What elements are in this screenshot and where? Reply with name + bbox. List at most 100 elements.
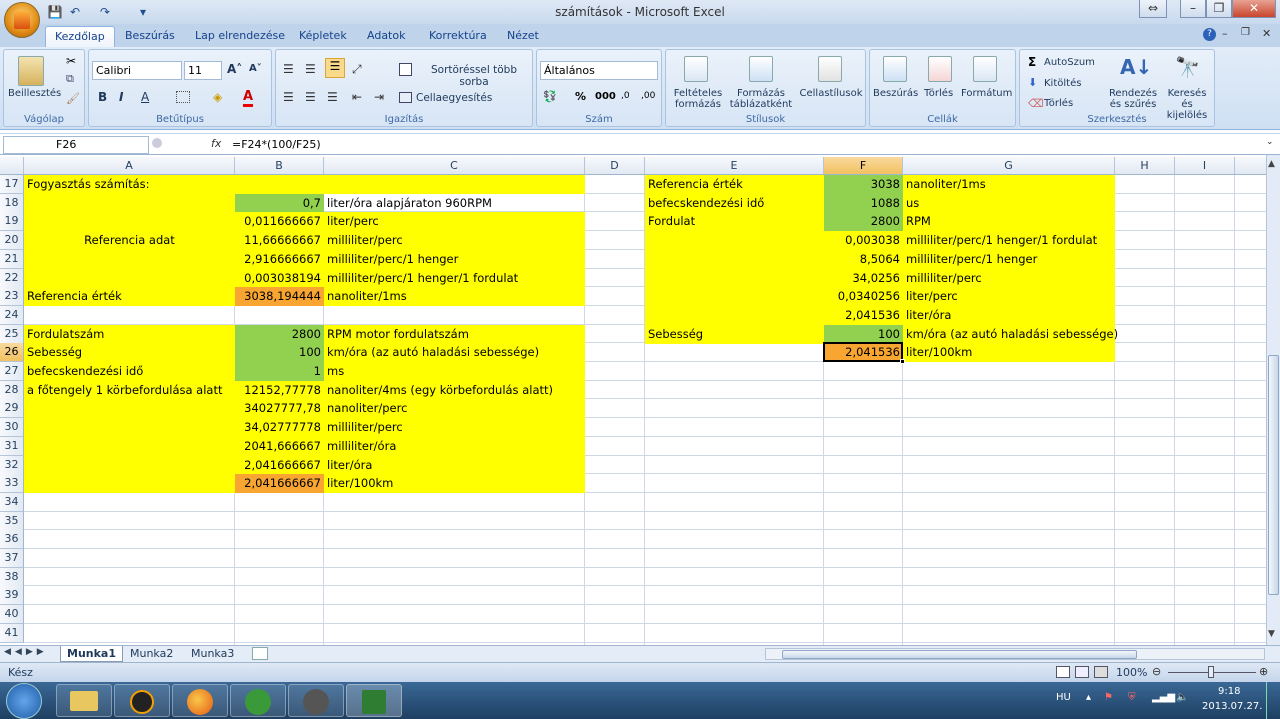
cell-a17[interactable]: Fogyasztás számítás: — [24, 175, 153, 194]
tray-volume-icon[interactable]: 🔈 — [1176, 692, 1188, 703]
copy-icon[interactable]: ⧉ — [66, 72, 74, 86]
expand-formula-icon[interactable]: ⌄ — [1266, 137, 1274, 147]
row-header-39[interactable]: 39 — [0, 586, 24, 606]
start-button[interactable] — [6, 683, 42, 719]
show-desktop-button[interactable] — [1266, 682, 1280, 719]
cell-c27[interactable]: ms — [324, 362, 347, 381]
cell-g18[interactable]: us — [903, 194, 922, 213]
cell-b33[interactable]: 2,041666667 — [235, 474, 324, 493]
excel-task-icon[interactable] — [346, 684, 402, 717]
help-icon[interactable]: ? — [1203, 28, 1216, 41]
cell-c26[interactable]: km/óra (az autó haladási sebessége) — [324, 343, 542, 362]
cell-b25[interactable]: 2800 — [235, 325, 324, 344]
increase-indent-icon[interactable]: ⇥ — [374, 90, 384, 104]
cell-g23[interactable]: liter/perc — [903, 287, 961, 306]
tab-formulas[interactable]: Képletek — [290, 26, 356, 47]
font-color-icon[interactable]: A — [243, 89, 254, 107]
spreadsheet-grid[interactable]: A B C D E F G H I 17 Fogyasztás számítás: Referenci… — [0, 157, 1266, 645]
italic-icon[interactable]: I — [119, 90, 123, 104]
cell-f20[interactable]: 0,003038 — [824, 231, 903, 250]
office-button[interactable] — [4, 2, 40, 38]
row-header-17[interactable]: 17 — [0, 175, 24, 194]
cell-b30[interactable]: 34,02777778 — [235, 418, 324, 437]
row-header-33[interactable]: 33 — [0, 474, 24, 494]
wb-close-icon[interactable]: ✕ — [1262, 27, 1271, 40]
cell-c22[interactable]: milliliter/perc/1 henger/1 fordulat — [324, 269, 521, 288]
column-header-f[interactable]: F — [824, 157, 903, 175]
row-header-29[interactable]: 29 — [0, 399, 24, 419]
zoom-slider-thumb[interactable] — [1208, 666, 1214, 678]
number-format-select[interactable]: Általános — [540, 61, 658, 80]
cell-a20[interactable]: Referencia adat — [24, 231, 235, 250]
row-header-26[interactable]: 26 — [0, 343, 24, 363]
row-header-37[interactable]: 37 — [0, 549, 24, 568]
cell-b18[interactable]: 0,7 — [235, 194, 324, 213]
shrink-font-icon[interactable]: A˅ — [249, 63, 262, 74]
scroll-down-icon[interactable]: ▼ — [1268, 629, 1275, 639]
column-header-i[interactable]: I — [1175, 157, 1235, 175]
align-left-icon[interactable]: ☰ — [283, 90, 294, 104]
row-header-18[interactable]: 18 — [0, 193, 24, 213]
firefox-task-icon[interactable] — [172, 684, 228, 717]
insert-sheet-icon[interactable] — [252, 647, 268, 660]
decrease-decimal-icon[interactable]: ,00 — [641, 91, 655, 101]
delete-cells-icon[interactable] — [928, 56, 952, 82]
utorrent-task-icon[interactable] — [230, 684, 286, 717]
font-size-select[interactable]: 11 — [184, 61, 222, 80]
cell-g22[interactable]: milliliter/perc — [903, 269, 985, 288]
comma-style-icon[interactable]: 000 — [595, 91, 616, 102]
format-as-table-button[interactable]: Formázás táblázatként — [728, 88, 794, 110]
clock-date[interactable]: 2013.07.27. — [1202, 701, 1262, 712]
insert-cells-icon[interactable] — [883, 56, 907, 82]
horizontal-scrollbar[interactable] — [765, 648, 1265, 660]
cell-g19[interactable]: RPM — [903, 212, 934, 231]
cell-b29[interactable]: 34027777,78 — [235, 399, 324, 418]
cell-c19[interactable]: liter/perc — [324, 212, 382, 231]
cell-f18[interactable]: 1088 — [824, 194, 903, 213]
cell-c31[interactable]: milliliter/óra — [324, 437, 399, 456]
row-header-20[interactable]: 20 — [0, 231, 24, 251]
name-box-resize-icon[interactable] — [152, 138, 162, 148]
column-header-g[interactable]: G — [903, 157, 1115, 175]
cell-b27[interactable]: 1 — [235, 362, 324, 381]
formula-input[interactable]: =F24*(100/F25) — [232, 138, 321, 151]
sheet-tab-munka1[interactable]: Munka1 — [60, 646, 124, 662]
cell-c21[interactable]: milliliter/perc/1 henger — [324, 250, 461, 269]
column-header-b[interactable]: B — [235, 157, 324, 175]
find-select-icon[interactable]: 🔭 — [1175, 55, 1200, 79]
row-header-35[interactable]: 35 — [0, 511, 24, 531]
clear-button[interactable]: Törlés — [1044, 98, 1073, 109]
fill-handle[interactable] — [900, 359, 905, 364]
explorer-task-icon[interactable] — [56, 684, 112, 717]
clear-icon[interactable]: ⌫ — [1028, 97, 1044, 110]
column-header-e[interactable]: E — [645, 157, 824, 175]
cell-g21[interactable]: milliliter/perc/1 henger — [903, 250, 1040, 269]
align-middle-icon[interactable]: ☰ — [305, 62, 316, 76]
merge-icon[interactable] — [399, 92, 412, 103]
row-header-22[interactable]: 22 — [0, 268, 24, 288]
cell-b28[interactable]: 12152,77778 — [235, 381, 324, 400]
wb-minimize-icon[interactable]: – — [1222, 27, 1228, 40]
orientation-icon[interactable]: ⤢ — [352, 62, 362, 77]
cell-a26[interactable]: Sebesség — [24, 343, 85, 362]
cell-a23[interactable]: Referencia érték — [24, 287, 125, 306]
format-cells-button[interactable]: Formátum — [961, 88, 1012, 99]
font-name-select[interactable]: Calibri — [92, 61, 182, 80]
tray-security-icon[interactable]: ⛨ — [1128, 692, 1136, 703]
cell-c30[interactable]: milliliter/perc — [324, 418, 406, 437]
row-header-19[interactable]: 19 — [0, 212, 24, 232]
select-all-corner[interactable] — [0, 157, 24, 175]
fill-icon[interactable]: ⬇ — [1028, 76, 1037, 89]
cell-e25[interactable]: Sebesség — [645, 325, 706, 344]
cell-g26[interactable]: liter/100km — [903, 343, 975, 362]
tab-view[interactable]: Nézet — [498, 26, 548, 47]
zoom-in-icon[interactable]: ⊕ — [1259, 665, 1268, 678]
paste-icon[interactable] — [18, 56, 44, 86]
restore-icon[interactable]: ⇔ — [1139, 0, 1167, 18]
media-player-task-icon[interactable] — [114, 684, 170, 717]
tray-signal-icon[interactable]: ▂▄▆ — [1152, 692, 1175, 703]
cell-c28[interactable]: nanoliter/4ms (egy körbefordulás alatt) — [324, 381, 556, 400]
page-break-view-icon[interactable] — [1094, 666, 1108, 678]
fill-button[interactable]: Kitöltés — [1044, 78, 1081, 89]
name-box[interactable]: F26 — [3, 136, 149, 154]
